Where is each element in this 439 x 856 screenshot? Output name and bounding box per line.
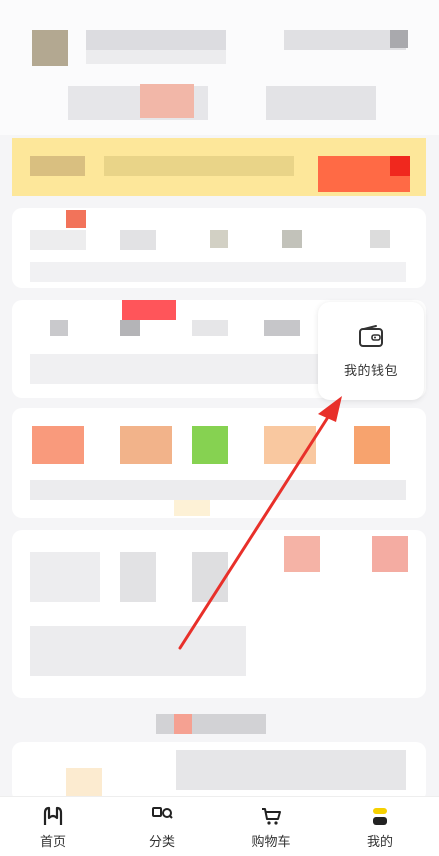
tab-category-label: 分类: [148, 835, 175, 850]
bottom-tab-bar: 首页 分类 购物车 我的: [0, 796, 439, 856]
tab-profile[interactable]: 我的: [330, 797, 430, 856]
annotation-arrow: [178, 396, 342, 650]
tab-home-label: 首页: [39, 835, 66, 850]
tab-cart-label: 购物车: [251, 835, 291, 850]
tab-profile-label: 我的: [366, 835, 393, 850]
tab-cart[interactable]: 购物车: [221, 797, 321, 856]
category-icon: [152, 807, 173, 819]
cart-icon: [262, 808, 281, 825]
screen: 我的钱包 首页 分类 购物车 我的: [0, 0, 439, 856]
tab-category[interactable]: 分类: [112, 797, 212, 856]
tab-home[interactable]: 首页: [3, 797, 103, 856]
home-icon: [43, 806, 63, 825]
profile-icon: [373, 808, 387, 825]
